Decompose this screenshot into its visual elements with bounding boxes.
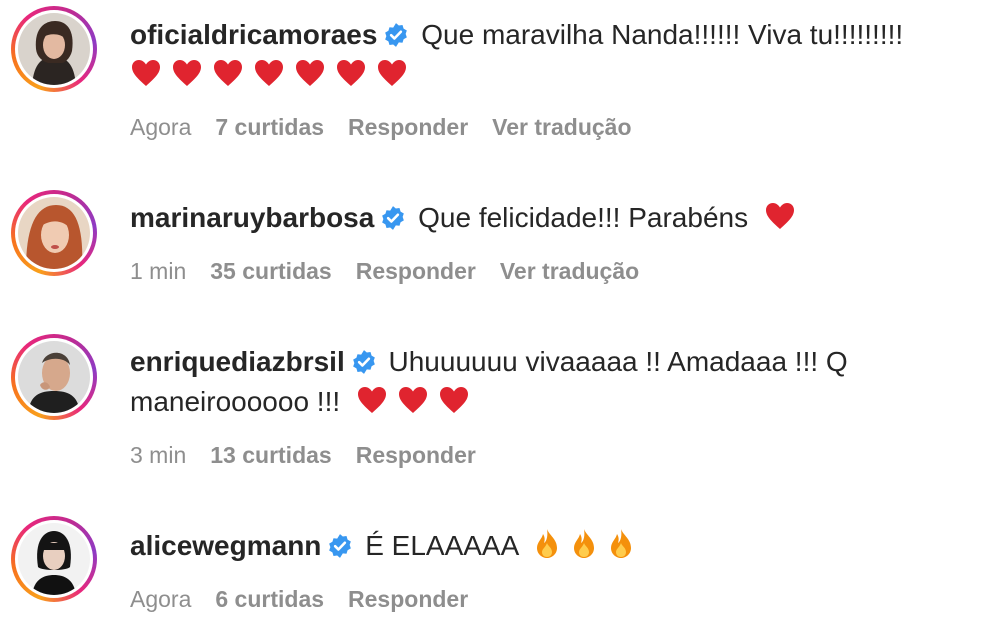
heart-icon [764,201,796,240]
comment-meta: Agora 7 curtidas Responder Ver tradução [130,112,656,142]
likes-count-link[interactable]: 7 curtidas [215,114,324,140]
avatar-story-ring[interactable] [11,190,97,276]
verified-badge-icon [380,204,406,240]
avatar-story-ring[interactable] [11,334,97,420]
heart-icon [294,58,326,97]
avatar-story-ring[interactable] [11,516,97,602]
comment-text: Uhuuuuuu vivaaaaa !! Amadaaa !!! Q [388,346,848,377]
verified-badge-icon [351,348,377,384]
see-translation-button[interactable]: Ver tradução [500,258,639,284]
comment-username[interactable]: enriquediazbrsil [130,346,345,377]
likes-count-link[interactable]: 35 curtidas [210,258,331,284]
comment-emoji-line [130,57,417,97]
comment-text: Que felicidade!!! Parabéns [418,202,749,233]
fire-icon [607,527,635,568]
see-translation-button[interactable]: Ver tradução [492,114,631,140]
comment-meta: Agora 6 curtidas Responder [130,584,492,614]
heart-icon [356,385,388,424]
heart-icon [171,58,203,97]
comment-text: É ELAAAAA [365,530,520,561]
avatar[interactable] [18,523,90,595]
avatar[interactable] [18,197,90,269]
fire-icon [533,527,561,568]
comment-timestamp: 1 min [130,258,187,284]
comment-text-continued: maneiroooooo !!! [130,386,341,417]
comment-username[interactable]: oficialdricamoraes [130,19,377,50]
avatar[interactable] [18,341,90,413]
avatar-story-ring[interactable] [11,6,97,92]
heart-icon [438,385,470,424]
comment-meta: 3 min 13 curtidas Responder [130,440,500,470]
fire-icon [570,527,598,568]
verified-badge-icon [383,21,409,57]
comment-line: marinaruybarbosa Que felicidade!!! Parab… [130,200,805,240]
comment-line: alicewegmann É ELAAAAA [130,527,644,568]
reply-button[interactable]: Responder [356,258,476,284]
heart-icon [376,58,408,97]
comment-timestamp: 3 min [130,442,187,468]
reply-button[interactable]: Responder [348,586,468,612]
likes-count-link[interactable]: 6 curtidas [215,586,324,612]
comment-username[interactable]: alicewegmann [130,530,321,561]
comment-text: Que maravilha Nanda!!!!!! Viva tu!!!!!!!… [421,19,904,50]
comment-line: enriquediazbrsil Uhuuuuuu vivaaaaa !! Am… [130,344,848,384]
avatar[interactable] [18,13,90,85]
heart-icon [253,58,285,97]
comment-meta: 1 min 35 curtidas Responder Ver tradução [130,256,663,286]
heart-icon [335,58,367,97]
heart-icon [212,58,244,97]
comment-timestamp: Agora [130,114,192,140]
comment-timestamp: Agora [130,586,192,612]
verified-badge-icon [327,532,353,568]
heart-icon [130,58,162,97]
comment-line: oficialdricamoraes Que maravilha Nanda!!… [130,17,903,57]
comment-line-continued: maneiroooooo !!! [130,384,479,424]
reply-button[interactable]: Responder [356,442,476,468]
likes-count-link[interactable]: 13 curtidas [210,442,331,468]
heart-icon [397,385,429,424]
reply-button[interactable]: Responder [348,114,468,140]
comment-username[interactable]: marinaruybarbosa [130,202,374,233]
